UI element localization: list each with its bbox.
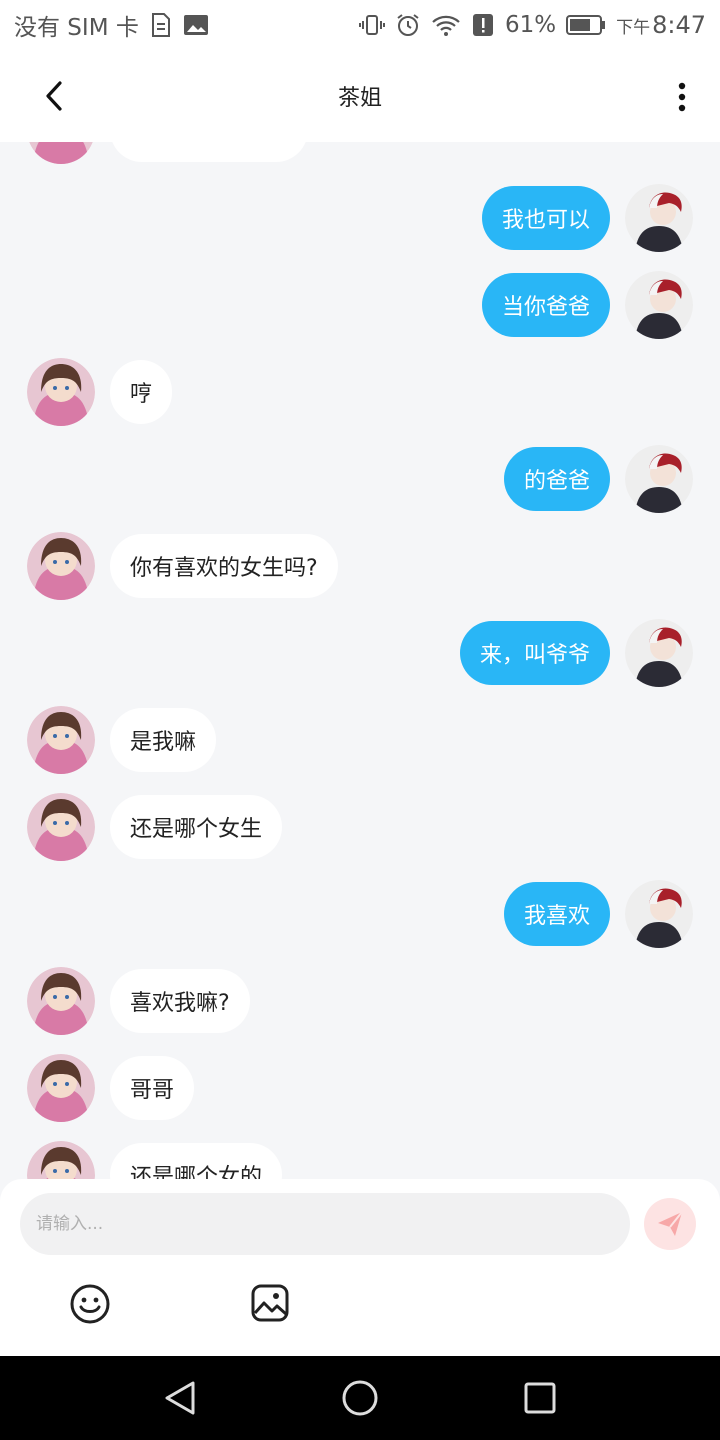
contact-avatar[interactable] [27, 1141, 95, 1179]
clock-time: 8:47 [652, 11, 706, 39]
more-vertical-icon [678, 82, 686, 112]
battery-percent: 61% [504, 12, 557, 38]
system-nav-bar [0, 1356, 720, 1440]
message-bubble-sent: 的爸爸 [503, 447, 610, 511]
message-bubble-received: 你有喜欢的女生吗? [110, 534, 338, 598]
image-icon [251, 1284, 289, 1322]
image-icon [183, 13, 209, 37]
back-button[interactable] [36, 78, 72, 114]
triangle-back-icon [165, 1381, 195, 1415]
message-bubble-received [110, 142, 308, 162]
emoji-button[interactable] [69, 1283, 111, 1325]
message-row: 来，叫爷爷 [0, 619, 720, 687]
battery-icon [566, 14, 606, 36]
message-row: 喜欢我嘛? [0, 967, 720, 1035]
vibrate-icon [358, 13, 385, 37]
alert-icon [471, 12, 495, 38]
my-avatar[interactable] [625, 445, 693, 513]
nav-back-button[interactable] [160, 1378, 200, 1418]
message-bubble-received: 还是哪个女生 [110, 795, 283, 859]
send-button[interactable] [644, 1198, 696, 1250]
contact-avatar[interactable] [27, 358, 95, 426]
alarm-icon [395, 12, 421, 38]
my-avatar[interactable] [625, 271, 693, 339]
message-bubble-received: 还是哪个女的 [110, 1143, 283, 1179]
message-bubble-received: 哥哥 [110, 1056, 195, 1120]
message-bubble-sent: 来，叫爷爷 [459, 621, 610, 685]
page-title: 茶姐 [337, 86, 382, 111]
message-row: 的爸爸 [0, 445, 720, 513]
send-icon [658, 1211, 683, 1236]
message-row: 你有喜欢的女生吗? [0, 532, 720, 600]
message-bubble-sent: 我也可以 [481, 186, 610, 250]
clock: 下午8:47 [616, 11, 706, 39]
message-row: 还是哪个女的 [0, 1141, 720, 1179]
message-row: 还是哪个女生 [0, 793, 720, 861]
message-row: 是我嘛 [0, 706, 720, 774]
nav-home-button[interactable] [340, 1378, 380, 1418]
image-button[interactable] [250, 1283, 290, 1323]
message-input[interactable] [20, 1193, 630, 1255]
message-bubble-received: 哼 [110, 360, 173, 424]
file-icon [149, 12, 173, 38]
contact-avatar[interactable] [27, 1054, 95, 1122]
message-row: 当你爸爸 [0, 271, 720, 339]
more-button[interactable] [668, 80, 696, 114]
message-bubble-received: 是我嘛 [110, 708, 217, 772]
message-row: 哥哥 [0, 1054, 720, 1122]
chat-header: 茶姐 [0, 50, 720, 142]
square-recent-icon [524, 1382, 556, 1414]
my-avatar[interactable] [625, 184, 693, 252]
my-avatar[interactable] [625, 619, 693, 687]
clock-ampm: 下午 [616, 18, 651, 38]
status-bar: 没有 SIM 卡 61% 下午8:47 [0, 0, 720, 50]
contact-avatar[interactable] [27, 532, 95, 600]
circle-home-icon [342, 1380, 378, 1416]
wifi-icon [431, 13, 461, 37]
message-bubble-received: 喜欢我嘛? [110, 969, 250, 1033]
contact-avatar[interactable] [27, 967, 95, 1035]
message-row: 我也可以 [0, 184, 720, 252]
contact-avatar[interactable] [27, 793, 95, 861]
input-panel [0, 1179, 720, 1356]
carrier-label: 没有 SIM 卡 [14, 15, 139, 41]
contact-avatar[interactable] [27, 706, 95, 774]
message-bubble-sent: 我喜欢 [503, 882, 610, 946]
chat-area[interactable]: 我也可以当你爸爸哼的爸爸你有喜欢的女生吗? 来，叫爷爷是我嘛还是哪个女生我喜欢喜欢… [0, 142, 720, 1179]
my-avatar[interactable] [625, 880, 693, 948]
message-row-partial [0, 142, 720, 164]
message-row: 哼 [0, 358, 720, 426]
message-row: 我喜欢 [0, 880, 720, 948]
contact-avatar[interactable] [27, 142, 95, 164]
emoji-icon [70, 1284, 110, 1324]
chevron-left-icon [46, 81, 62, 111]
nav-recent-button[interactable] [520, 1378, 560, 1418]
message-bubble-sent: 当你爸爸 [481, 273, 610, 337]
